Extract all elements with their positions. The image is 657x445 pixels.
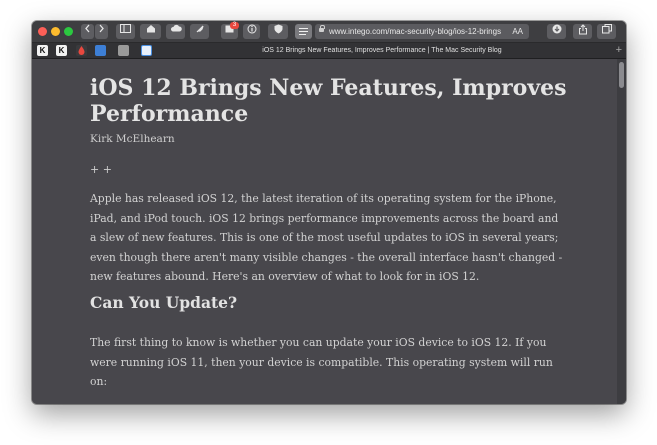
tab-title[interactable]: iOS 12 Brings New Features, Improves Per… bbox=[182, 43, 582, 58]
share-button[interactable] bbox=[573, 24, 592, 39]
cloud-icon bbox=[170, 24, 182, 32]
article-title: iOS 12 Brings New Features, Improves Per… bbox=[90, 75, 567, 127]
tab-bar: K K iOS 12 Brings New Features, Improves… bbox=[32, 43, 626, 59]
safari-window: 3 www.intego.com/mac-security-blog/ios-1… bbox=[32, 21, 626, 404]
address-bar[interactable]: www.intego.com/mac-security-blog/ios-12-… bbox=[315, 24, 529, 39]
url-text: www.intego.com/mac-security-blog/ios-12-… bbox=[329, 27, 502, 36]
scrollbar-thumb[interactable] bbox=[619, 62, 624, 88]
zoom-window-button[interactable] bbox=[64, 27, 73, 36]
extension-info-button[interactable] bbox=[243, 24, 260, 39]
chevron-left-icon bbox=[85, 24, 90, 33]
home-button[interactable] bbox=[140, 24, 161, 39]
icloud-button[interactable] bbox=[166, 24, 185, 39]
scrollbar-track[interactable] bbox=[617, 59, 626, 404]
shield-icon bbox=[274, 24, 282, 34]
toolbar: 3 www.intego.com/mac-security-blog/ios-1… bbox=[32, 21, 626, 43]
blue-square-icon[interactable] bbox=[95, 45, 106, 56]
gray-square-icon[interactable] bbox=[118, 45, 129, 56]
forward-button[interactable] bbox=[95, 24, 108, 39]
article-separator: + + bbox=[90, 163, 112, 176]
bookmark-k-1[interactable]: K bbox=[37, 45, 48, 56]
extension-badge-button[interactable]: 3 bbox=[221, 22, 239, 39]
extension-shield-button[interactable] bbox=[268, 24, 288, 39]
info-icon bbox=[247, 24, 256, 34]
home-icon bbox=[146, 25, 155, 33]
extension-rocket-button[interactable] bbox=[190, 24, 209, 39]
chevron-right-icon bbox=[99, 24, 104, 33]
sidebar-icon bbox=[120, 24, 131, 33]
reader-view-button[interactable] bbox=[295, 24, 312, 39]
downloads-button[interactable] bbox=[547, 24, 566, 39]
blue-outline-icon[interactable] bbox=[141, 45, 152, 56]
new-tab-button[interactable]: + bbox=[616, 43, 622, 58]
lock-icon bbox=[319, 25, 325, 32]
reader-icon bbox=[299, 28, 308, 35]
drop-icon[interactable] bbox=[76, 45, 87, 56]
section-heading: Can You Update? bbox=[90, 293, 238, 312]
share-icon bbox=[578, 24, 587, 35]
rocket-icon bbox=[196, 25, 204, 33]
text-size-button[interactable]: AA bbox=[512, 24, 523, 39]
article-author: Kirk McElhearn bbox=[90, 133, 175, 145]
show-tabs-button[interactable] bbox=[597, 24, 616, 39]
reader-view: iOS 12 Brings New Features, Improves Per… bbox=[32, 59, 626, 404]
download-icon bbox=[552, 24, 561, 34]
sidebar-button[interactable] bbox=[116, 24, 135, 39]
minimize-window-button[interactable] bbox=[51, 27, 60, 36]
close-window-button[interactable] bbox=[38, 27, 47, 36]
back-button[interactable] bbox=[81, 24, 94, 39]
section-paragraph: The first thing to know is whether you c… bbox=[90, 336, 553, 388]
notification-badge: 3 bbox=[230, 22, 239, 29]
article-intro-paragraph: Apple has released iOS 12, the latest it… bbox=[90, 192, 563, 283]
bookmark-k-2[interactable]: K bbox=[56, 45, 67, 56]
tabs-icon bbox=[601, 24, 612, 34]
